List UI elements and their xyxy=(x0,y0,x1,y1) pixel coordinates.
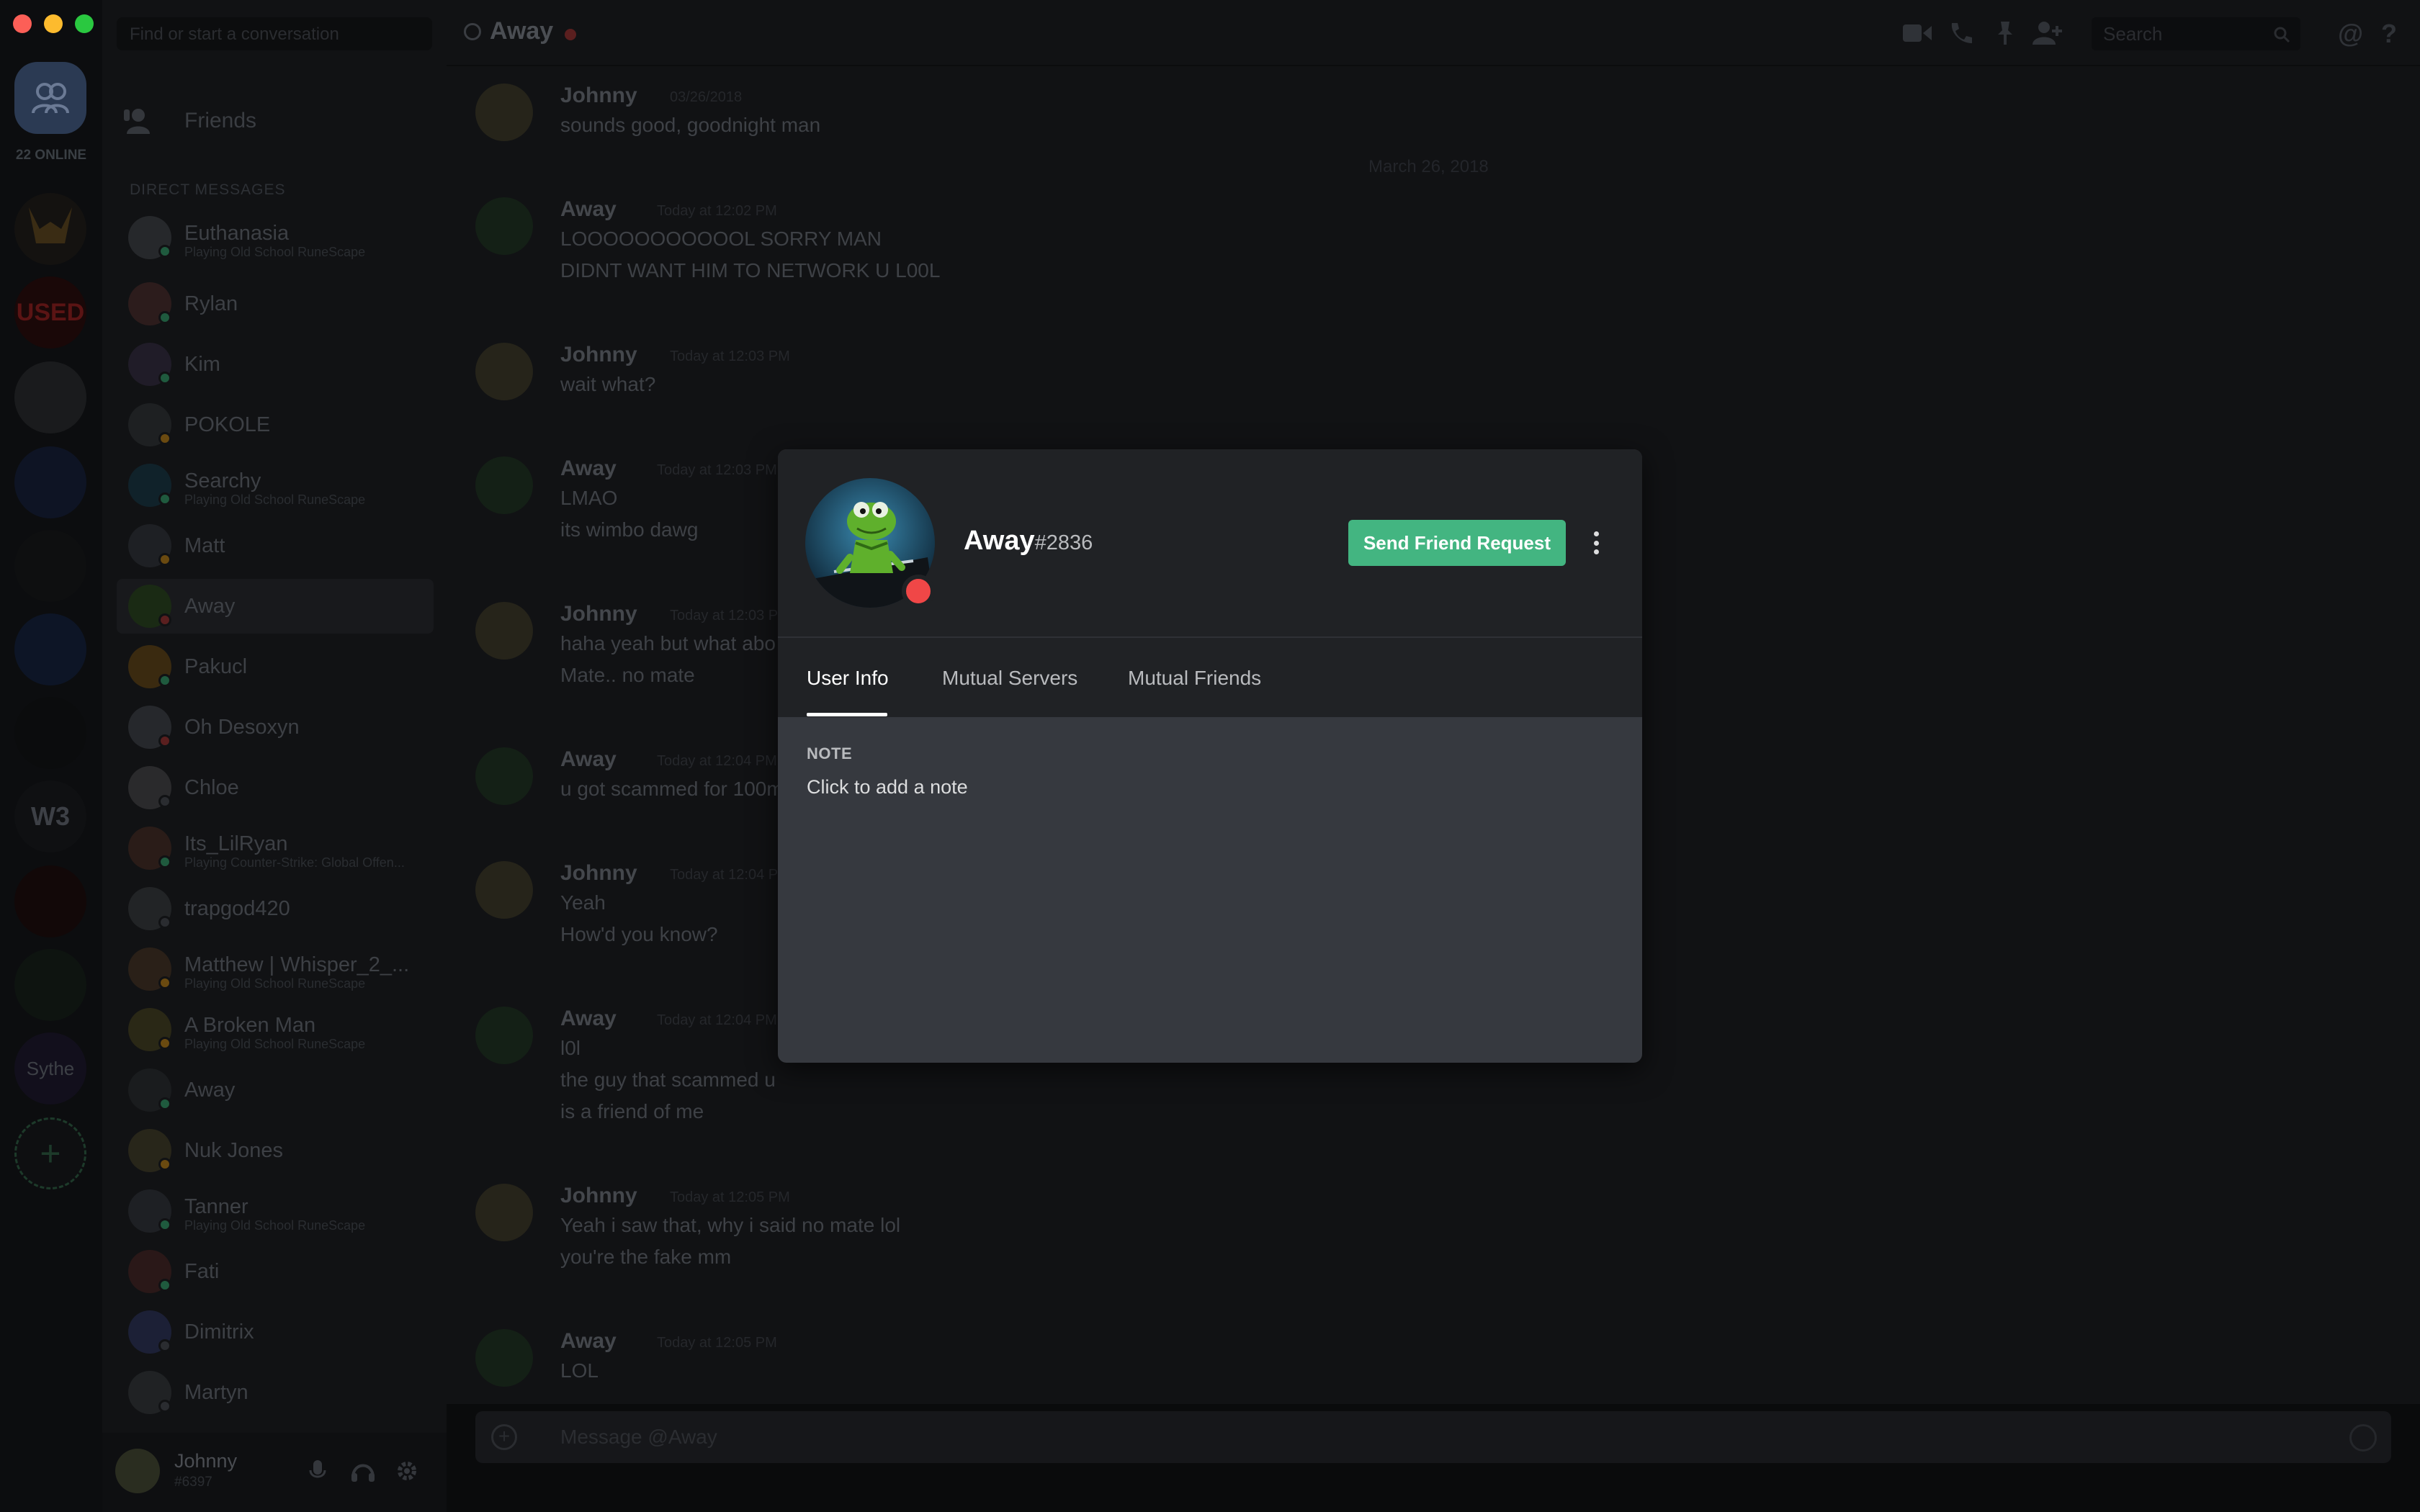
tab-user-info[interactable]: User Info xyxy=(807,638,889,719)
send-friend-request-button[interactable]: Send Friend Request xyxy=(1348,520,1566,566)
profile-username-row: Away#2836 xyxy=(964,526,1093,557)
discord-app: 22 ONLINE USED W3 Sythe + Find or start … xyxy=(0,0,2420,1512)
user-profile-modal: Away#2836 Send Friend Request User Info … xyxy=(778,449,1642,1063)
tab-mutual-servers[interactable]: Mutual Servers xyxy=(942,638,1077,719)
note-title: NOTE xyxy=(807,744,853,762)
profile-tabs: User Info Mutual Servers Mutual Friends xyxy=(778,636,1642,717)
active-tab-indicator xyxy=(807,713,887,716)
more-options-icon[interactable] xyxy=(1587,528,1605,557)
profile-discriminator: #2836 xyxy=(1034,531,1093,554)
tab-mutual-friends[interactable]: Mutual Friends xyxy=(1128,638,1261,719)
note-input[interactable]: Click to add a note xyxy=(807,776,968,798)
profile-header: Away#2836 Send Friend Request xyxy=(778,449,1642,636)
profile-username: Away xyxy=(964,526,1035,556)
dnd-status-icon xyxy=(902,575,935,608)
